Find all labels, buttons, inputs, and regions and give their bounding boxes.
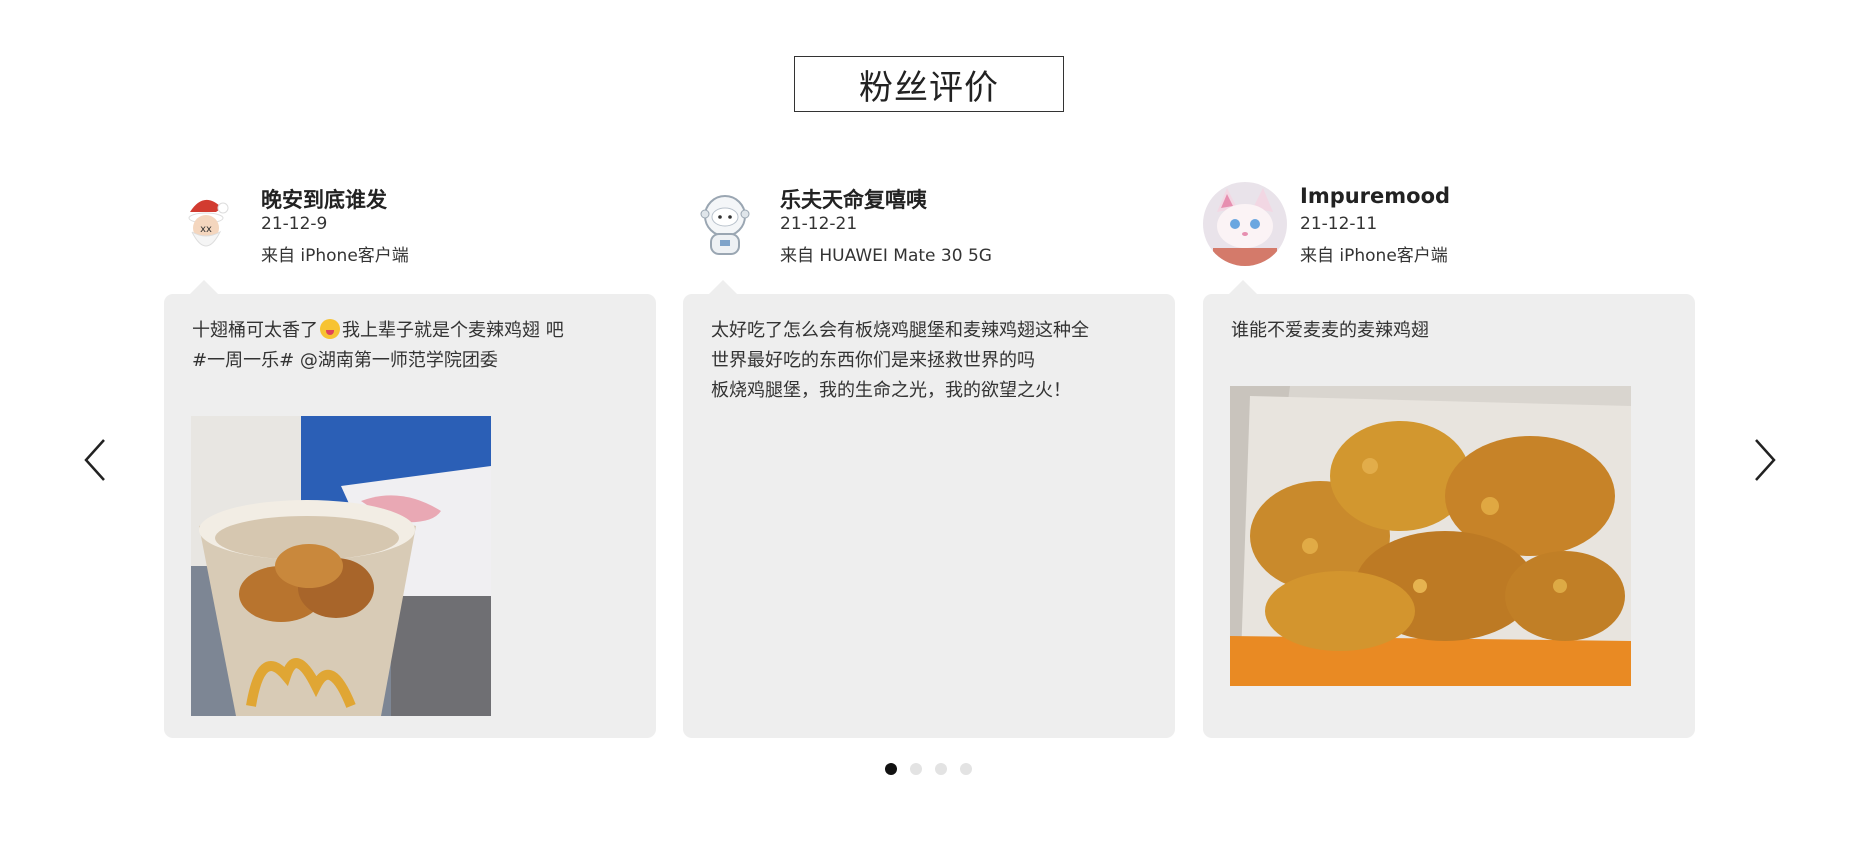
post-source: 来自 iPhone客户端 <box>261 246 409 266</box>
user-avatar[interactable]: xx <box>164 182 248 266</box>
review-bubble: 太好吃了怎么会有板烧鸡腿堡和麦辣鸡翅这种全 世界最好吃的东西你们是来拯救世界的吗… <box>683 280 1175 738</box>
review-text-line: #一周一乐# @湖南第一师范学院团委 <box>192 350 498 371</box>
svg-text:xx: xx <box>200 224 212 235</box>
carousel-prev-button[interactable] <box>76 432 116 488</box>
review-text-line: 十翅桶可太香了 <box>192 320 318 341</box>
user-avatar[interactable] <box>683 182 767 266</box>
review-card: xx 晚安到底谁发 21-12-9 来自 iPhone客户端 十翅桶可太香了 我上… <box>164 180 656 738</box>
review-header: Impuremood 21-12-11 来自 iPhone客户端 <box>1203 180 1695 280</box>
user-name[interactable]: 晚安到底谁发 <box>261 184 387 214</box>
carousel-next-button[interactable] <box>1744 432 1784 488</box>
review-header: xx 晚安到底谁发 21-12-9 来自 iPhone客户端 <box>164 180 656 280</box>
post-date: 21-12-11 <box>1300 214 1378 234</box>
user-name[interactable]: Impuremood <box>1300 184 1450 208</box>
user-avatar[interactable] <box>1203 182 1287 266</box>
chevron-left-icon <box>84 439 105 481</box>
pagination-dot[interactable] <box>960 763 972 775</box>
review-text-line: 谁能不爱麦麦的麦辣鸡翅 <box>1231 320 1429 341</box>
pagination-dot[interactable] <box>910 763 922 775</box>
pagination-dot[interactable] <box>885 763 897 775</box>
astronaut-avatar-icon <box>683 182 767 266</box>
review-bubble: 谁能不爱麦麦的麦辣鸡翅 <box>1203 280 1695 738</box>
post-source: 来自 HUAWEI Mate 30 5G <box>780 246 992 266</box>
review-bubble: 十翅桶可太香了 我上辈子就是个麦辣鸡翅 吧 #一周一乐# @湖南第一师范学院团委 <box>164 280 656 738</box>
carousel-pagination <box>885 763 972 775</box>
mcdonalds-chicken-bucket-photo <box>191 416 491 716</box>
section-title: 粉丝评价 <box>794 56 1064 112</box>
user-name[interactable]: 乐夫天命复嘻咦 <box>780 184 927 214</box>
chevron-right-icon <box>1755 439 1776 481</box>
post-date: 21-12-21 <box>780 214 858 234</box>
review-card: Impuremood 21-12-11 来自 iPhone客户端 谁能不爱麦麦的… <box>1203 180 1695 738</box>
fried-chicken-wings-photo <box>1230 386 1631 686</box>
post-source: 来自 iPhone客户端 <box>1300 246 1448 266</box>
review-text-line: 世界最好吃的东西你们是来拯救世界的吗 <box>711 350 1035 371</box>
review-header: 乐夫天命复嘻咦 21-12-21 来自 HUAWEI Mate 30 5G <box>683 180 1175 280</box>
review-text: 谁能不爱麦麦的麦辣鸡翅 <box>1231 316 1671 346</box>
review-photo[interactable] <box>1230 386 1631 686</box>
post-date: 21-12-9 <box>261 214 328 234</box>
laughing-emoji-icon <box>320 319 340 339</box>
review-card: 乐夫天命复嘻咦 21-12-21 来自 HUAWEI Mate 30 5G 太好… <box>683 180 1175 738</box>
review-text: 十翅桶可太香了 我上辈子就是个麦辣鸡翅 吧 #一周一乐# @湖南第一师范学院团委 <box>192 316 632 376</box>
pagination-dot[interactable] <box>935 763 947 775</box>
santa-avatar-icon: xx <box>164 182 248 266</box>
plush-toy-avatar-icon <box>1203 182 1287 266</box>
review-text-line: 我上辈子就是个麦辣鸡翅 吧 <box>342 320 564 341</box>
review-text-line: 太好吃了怎么会有板烧鸡腿堡和麦辣鸡翅这种全 <box>711 320 1089 341</box>
review-photo[interactable] <box>191 416 491 716</box>
review-text-line: 板烧鸡腿堡，我的生命之光，我的欲望之火！ <box>711 380 1071 401</box>
review-text: 太好吃了怎么会有板烧鸡腿堡和麦辣鸡翅这种全 世界最好吃的东西你们是来拯救世界的吗… <box>711 316 1151 406</box>
